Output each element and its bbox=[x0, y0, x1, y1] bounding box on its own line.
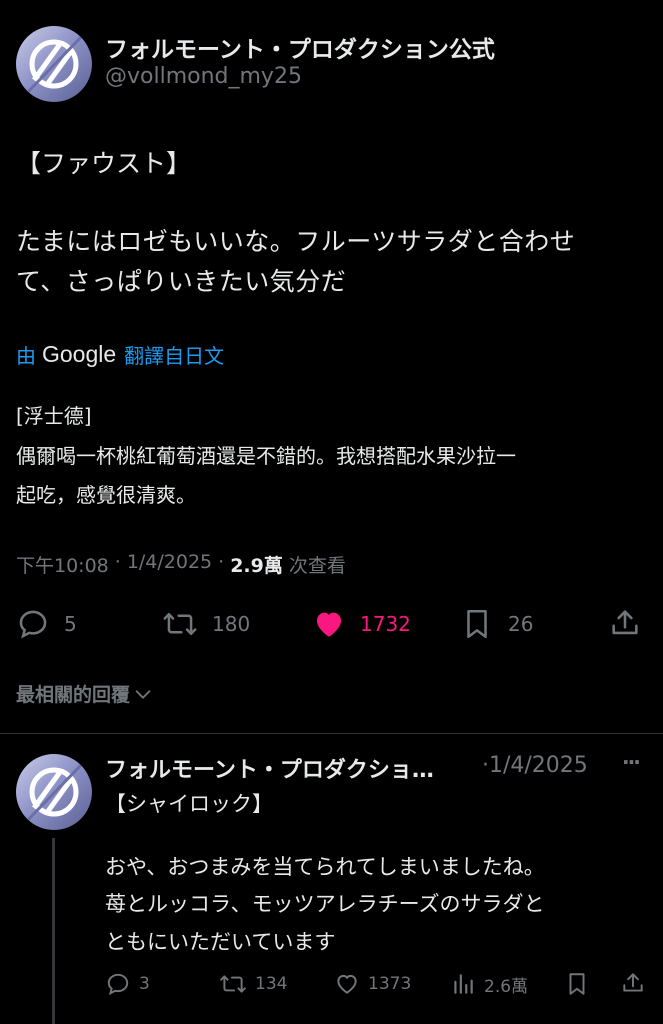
like-count: 1373 bbox=[368, 974, 412, 994]
replies-sort-label: 最相關的回覆 bbox=[16, 684, 131, 706]
translated-text-line: 偶爾喝一杯桃紅葡萄酒還是不錯的。我想搭配水果沙拉一 bbox=[16, 444, 516, 468]
like-count: 1732 bbox=[360, 612, 411, 636]
reply-count: 3 bbox=[139, 974, 150, 994]
analytics-icon bbox=[454, 974, 473, 994]
share-button[interactable] bbox=[620, 970, 646, 996]
tweet-meta: 下午10:08 · 1/4/2025 · 2.9萬 次查看 bbox=[16, 551, 346, 578]
tweet-text-line: て、さっぱりいきたい気分だ bbox=[16, 267, 347, 296]
share-button[interactable] bbox=[608, 606, 642, 640]
retweet-count: 180 bbox=[212, 612, 251, 636]
tweet-time[interactable]: 下午10:08 bbox=[16, 551, 109, 578]
meta-separator: · bbox=[114, 551, 121, 573]
reply-text-line: おや、おつまみを当てられてしまいましたね。 bbox=[105, 855, 545, 879]
bookmark-button[interactable] bbox=[565, 971, 589, 997]
reply-text-line: ともにいただいています bbox=[105, 930, 336, 954]
like-button[interactable]: 1732 bbox=[312, 607, 411, 641]
divider bbox=[0, 733, 663, 734]
view-count-label: 次查看 bbox=[288, 555, 346, 577]
avatar[interactable] bbox=[16, 754, 92, 830]
reply-count: 5 bbox=[64, 612, 77, 636]
view-count: 2.9萬 bbox=[230, 555, 283, 577]
bookmark-icon bbox=[569, 973, 585, 995]
brand-logo-icon bbox=[22, 30, 88, 98]
reply-button[interactable]: 5 bbox=[16, 607, 77, 641]
tweet-text-line: 【ファウスト】 bbox=[16, 149, 192, 178]
retweet-button[interactable]: 180 bbox=[162, 607, 250, 641]
retweet-icon bbox=[163, 613, 197, 635]
reply-button[interactable]: 3 bbox=[105, 971, 150, 997]
retweet-icon bbox=[220, 975, 246, 993]
translation-by-label: 由 bbox=[16, 344, 36, 368]
views-button[interactable]: 2.6萬 bbox=[450, 971, 528, 997]
chevron-down-icon bbox=[135, 689, 151, 699]
share-icon bbox=[612, 610, 638, 635]
heart-filled-icon bbox=[316, 612, 342, 637]
like-button[interactable]: 1373 bbox=[334, 971, 411, 997]
translated-text-line: 起吃，感覺很清爽。 bbox=[16, 483, 196, 507]
reply-author-display-name[interactable]: フォルモーント・プロダクショ… bbox=[105, 752, 434, 784]
reply-text-line: 苺とルッコラ、モッツアレラチーズのサラダと bbox=[105, 892, 545, 916]
heart-icon bbox=[337, 974, 357, 994]
retweet-count: 134 bbox=[255, 974, 288, 994]
more-options-button[interactable]: ··· bbox=[622, 750, 641, 774]
share-icon bbox=[623, 973, 643, 992]
author-handle[interactable]: @vollmond_my25 bbox=[105, 64, 302, 89]
reply-date[interactable]: ·1/4/2025 bbox=[482, 753, 588, 778]
reply-text-line: 【シャイロック】 bbox=[105, 792, 273, 816]
reply-icon bbox=[107, 973, 129, 996]
bookmark-count: 26 bbox=[508, 612, 534, 636]
author-display-name[interactable]: フォルモーント・プロダクション公式 bbox=[105, 30, 495, 64]
meta-separator: · bbox=[218, 551, 225, 573]
bookmark-icon bbox=[467, 609, 487, 639]
thread-line bbox=[52, 838, 55, 1024]
reply-icon bbox=[19, 610, 47, 639]
translated-text-line: [浮士德] bbox=[16, 404, 92, 428]
google-logo: Google bbox=[42, 341, 117, 367]
bookmark-button[interactable]: 26 bbox=[462, 607, 533, 641]
view-count: 2.6萬 bbox=[484, 976, 529, 997]
replies-sort-dropdown[interactable]: 最相關的回覆 bbox=[16, 680, 154, 707]
tweet-date[interactable]: 1/4/2025 bbox=[127, 551, 212, 578]
avatar[interactable] bbox=[16, 26, 92, 102]
translation-label: 翻譯自日文 bbox=[124, 344, 225, 368]
brand-logo-icon bbox=[22, 758, 88, 826]
retweet-button[interactable]: 134 bbox=[219, 971, 287, 997]
tweet-text-line: たまにはロゼもいいな。フルーツサラダと合わせ bbox=[16, 227, 576, 256]
translation-attribution[interactable]: 由 Google 翻譯自日文 bbox=[16, 340, 224, 369]
